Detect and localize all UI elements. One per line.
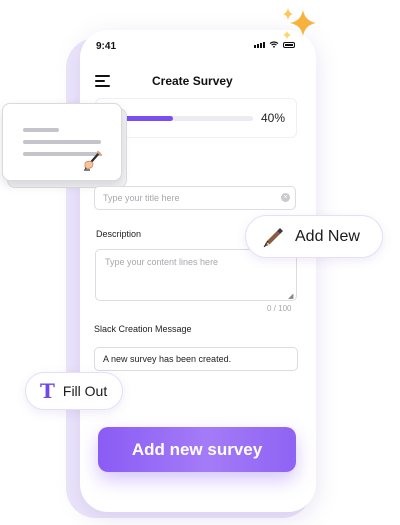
slack-message-label: Slack Creation Message [94, 324, 192, 334]
floating-note-card [2, 103, 122, 181]
clear-input-icon[interactable]: × [281, 193, 290, 202]
progress-percent: 40% [261, 111, 286, 125]
page-title: Create Survey [152, 74, 233, 88]
pen-nib-icon [263, 227, 283, 247]
hamburger-menu-icon[interactable] [95, 75, 110, 90]
signing-hand-icon [84, 150, 103, 171]
survey-title-input[interactable] [94, 186, 296, 210]
text-t-icon: T [40, 379, 55, 403]
add-new-survey-button[interactable]: Add new survey [98, 427, 296, 472]
description-label: Description [96, 229, 142, 239]
fill-out-badge[interactable]: T Fill Out [25, 372, 123, 410]
fill-out-label: Fill Out [62, 383, 108, 399]
progress-bar [119, 116, 253, 121]
slack-message-input[interactable] [94, 347, 298, 371]
progress-fill [119, 116, 173, 121]
resize-handle-icon[interactable]: ◢ [288, 292, 293, 300]
note-line [23, 128, 59, 132]
signal-icon [254, 42, 265, 48]
description-char-count: 0 / 100 [267, 304, 292, 313]
add-new-label: Add New [295, 227, 360, 245]
add-new-badge[interactable]: Add New [245, 215, 383, 258]
status-time: 9:41 [96, 41, 117, 52]
sparkles-icon [283, 8, 316, 39]
note-line [23, 140, 101, 144]
